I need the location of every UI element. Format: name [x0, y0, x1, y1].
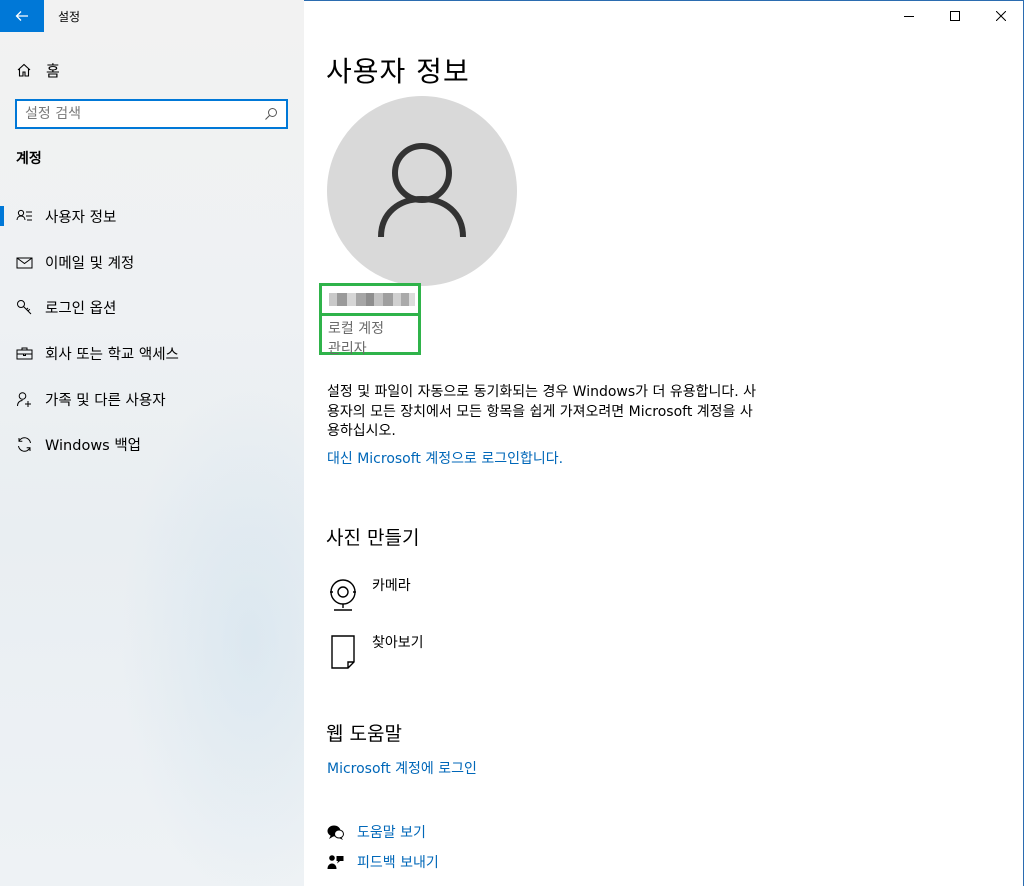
home-icon	[17, 63, 31, 77]
home-nav-item[interactable]: 홈	[16, 58, 60, 82]
sidebar-item-work-school[interactable]: 회사 또는 학교 액세스	[0, 331, 304, 377]
get-help-label[interactable]: 도움말 보기	[357, 822, 426, 842]
camera-icon	[327, 577, 359, 613]
account-type: 로컬 계정	[328, 321, 384, 337]
get-help-item[interactable]: 도움말 보기	[326, 822, 426, 842]
section-title: 계정	[16, 151, 42, 167]
mail-icon	[16, 254, 33, 271]
sidebar-item-label: 이메일 및 계정	[45, 255, 135, 272]
user-avatar-icon	[378, 143, 466, 238]
sync-description: 설정 및 파일이 자동으로 동기화되는 경우 Windows가 더 유용합니다.…	[327, 384, 756, 439]
redacted-username	[329, 293, 415, 306]
person-info-icon	[16, 208, 33, 225]
arrow-left-icon	[15, 11, 28, 21]
sidebar-item-email-accounts[interactable]: 이메일 및 계정	[0, 240, 304, 286]
key-icon	[16, 299, 33, 316]
browse-label: 찾아보기	[372, 635, 424, 651]
browse-option[interactable]: 찾아보기	[327, 634, 424, 670]
feedback-item[interactable]: 피드백 보내기	[326, 852, 439, 872]
sidebar-item-label: 회사 또는 학교 액세스	[45, 347, 179, 364]
highlight-divider	[322, 313, 418, 316]
home-label: 홈	[46, 61, 60, 80]
app-title: 설정	[58, 9, 81, 24]
sidebar: 설정 홈 계정 사용자 정보 이메일 및 계정 로그인 옵션	[0, 0, 304, 886]
avatar	[327, 96, 517, 286]
file-browse-icon	[327, 634, 359, 670]
briefcase-icon	[16, 345, 33, 362]
sidebar-item-label: Windows 백업	[45, 438, 142, 455]
camera-option[interactable]: 카메라	[327, 577, 411, 613]
sidebar-item-label: 사용자 정보	[45, 210, 117, 227]
sidebar-item-family-users[interactable]: 가족 및 다른 사용자	[0, 376, 304, 422]
sidebar-item-your-info[interactable]: 사용자 정보	[0, 194, 304, 240]
ms-account-signin-link[interactable]: Microsoft 계정에 로그인	[327, 758, 477, 778]
feedback-label[interactable]: 피드백 보내기	[357, 852, 439, 872]
person-add-icon	[16, 391, 33, 408]
page-title: 사용자 정보	[326, 55, 470, 88]
feedback-icon	[326, 853, 344, 871]
help-chat-icon	[326, 823, 344, 841]
sidebar-item-windows-backup[interactable]: Windows 백업	[0, 422, 304, 468]
sync-icon	[16, 436, 33, 453]
web-help-title: 웹 도움말	[326, 723, 402, 745]
search-box[interactable]	[15, 99, 288, 129]
sidebar-item-label: 가족 및 다른 사용자	[45, 392, 166, 409]
account-role: 관리자	[328, 341, 367, 357]
sidebar-item-signin-options[interactable]: 로그인 옵션	[0, 285, 304, 331]
camera-label: 카메라	[372, 578, 411, 594]
create-photo-title: 사진 만들기	[326, 527, 420, 549]
search-input[interactable]	[17, 102, 264, 126]
main-content: 사용자 정보 로컬 계정 관리자 설정 및 파일이 자동으로 동기화되는 경우 …	[304, 0, 1024, 886]
sidebar-item-label: 로그인 옵션	[45, 301, 117, 318]
ms-signin-instead-link[interactable]: 대신 Microsoft 계정으로 로그인합니다.	[327, 448, 563, 468]
titlebar-left: 설정	[0, 0, 304, 32]
search-icon[interactable]	[264, 107, 278, 121]
sidebar-nav: 사용자 정보 이메일 및 계정 로그인 옵션 회사 또는 학교 액세스 가족 및…	[0, 194, 304, 468]
back-button[interactable]	[0, 0, 44, 32]
